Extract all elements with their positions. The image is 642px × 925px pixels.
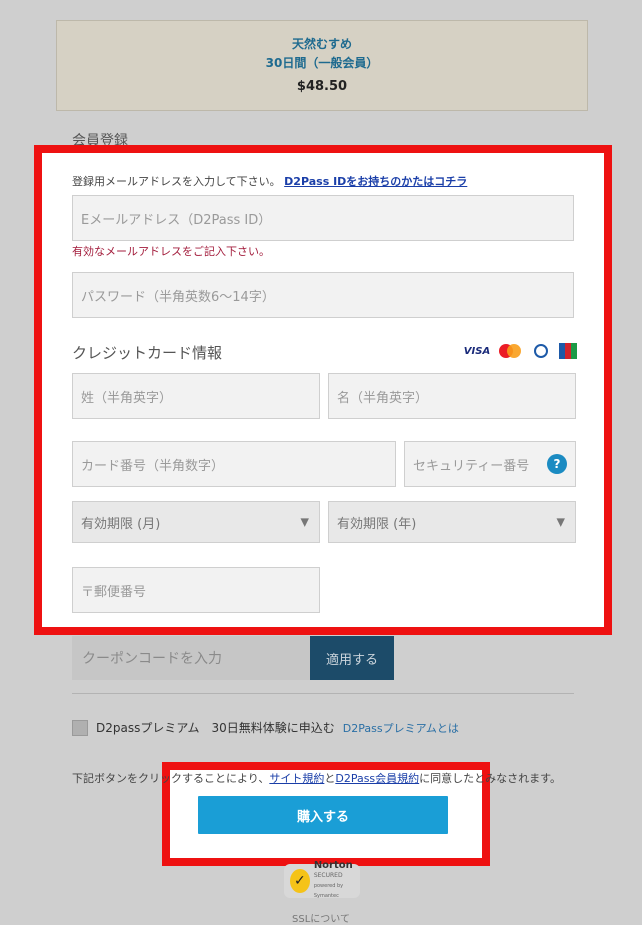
plan-summary: 天然むすめ 30日間（一般会員） $48.50 [56,20,588,111]
premium-checkbox[interactable] [72,719,88,736]
plan-name: 天然むすめ [291,37,352,51]
card-logos: VISA [464,343,577,359]
purchase-button[interactable]: 購入する [198,796,448,834]
member-terms-link[interactable]: D2Pass会員規約 [335,772,419,785]
d2pass-login-link[interactable]: D2Pass IDをお持ちのかたはコチラ [284,175,467,188]
expiry-year-select[interactable]: 有効期限 (年) ▼ [328,501,576,543]
divider [72,693,574,694]
first-name-input[interactable]: 名（半角英字） [328,373,576,419]
plan-term: 30日間（一般会員） [265,56,379,70]
visa-icon: VISA [463,345,491,357]
checkmark-icon: ✓ [290,869,310,893]
security-code-input[interactable]: セキュリティー番号 ? [404,441,576,487]
premium-option: D2passプレミアム 30日無料体験に申込む D2Passプレミアムとは [72,719,459,736]
site-terms-link[interactable]: サイト規約 [269,772,324,785]
premium-info-link[interactable]: D2Passプレミアムとは [343,720,459,736]
terms-notice: 下記ボタンをクリックすることにより、サイト規約とD2Pass会員規約に同意したと… [72,772,562,785]
card-number-input[interactable]: カード番号（半角数字） [72,441,396,487]
chevron-down-icon: ▼ [300,515,309,529]
help-icon[interactable]: ? [547,454,567,474]
registration-form: 登録用メールアドレスを入力して下さい。 D2Pass IDをお持ちのかたはコチラ… [42,153,604,627]
jcb-icon [559,343,577,359]
email-hint: 登録用メールアドレスを入力して下さい。 D2Pass IDをお持ちのかたはコチラ [72,173,467,189]
postal-code-input[interactable]: 〒郵便番号 [72,567,320,613]
diners-icon [530,343,552,359]
coupon-input[interactable]: クーポンコードを入力 [72,636,310,680]
premium-label: D2passプレミアム 30日無料体験に申込む [96,721,335,735]
email-hint-text: 登録用メールアドレスを入力して下さい。 [72,175,281,188]
ssl-about-link[interactable]: SSLについて [0,910,642,925]
credit-card-title: クレジットカード情報 [72,344,223,362]
apply-coupon-button[interactable]: 適用する [310,636,394,680]
email-input[interactable]: Eメールアドレス（D2Pass ID） [72,195,574,241]
norton-badge[interactable]: ✓ Norton SECURED powered by Symantec [284,861,360,899]
mastercard-icon [497,343,523,359]
email-error: 有効なメールアドレスをご記入下さい。 [72,245,270,258]
password-input[interactable]: パスワード（半角英数6〜14字） [72,272,574,318]
chevron-down-icon: ▼ [556,515,565,529]
plan-price: $48.50 [296,79,348,94]
last-name-input[interactable]: 姓（半角英字） [72,373,320,419]
expiry-month-select[interactable]: 有効期限 (月) ▼ [72,501,320,543]
highlight-frame-form: 登録用メールアドレスを入力して下さい。 D2Pass IDをお持ちのかたはコチラ… [34,145,612,635]
